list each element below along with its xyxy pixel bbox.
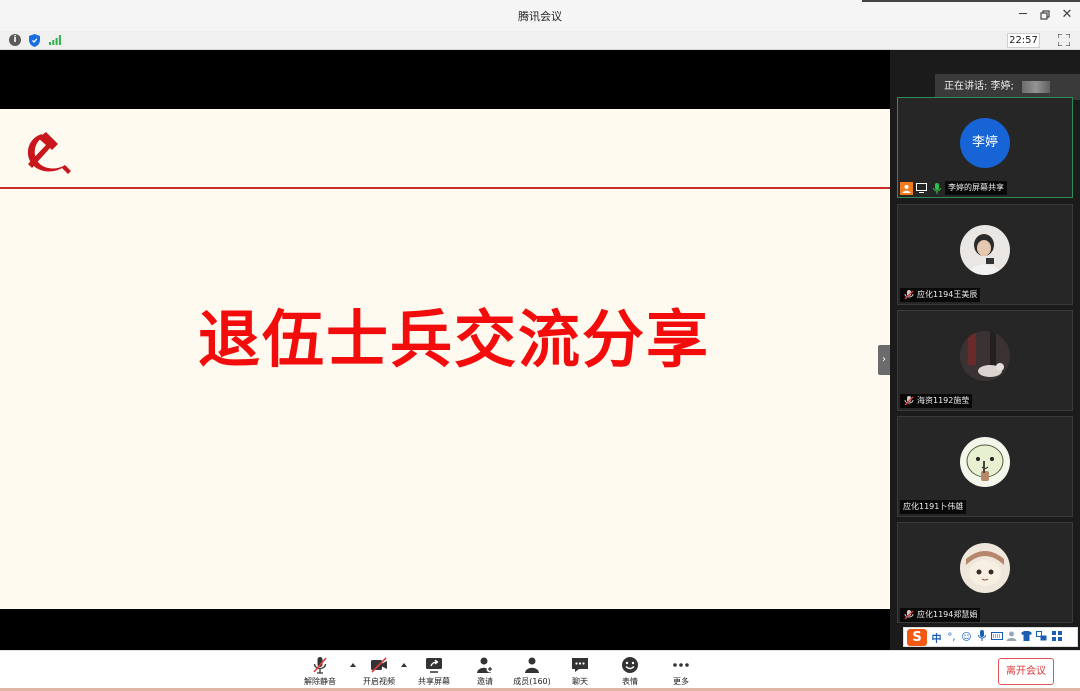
meeting-clock: 22:57 bbox=[1007, 33, 1040, 48]
start-video-label: 开启视频 bbox=[363, 677, 395, 686]
avatar-initials: 李婷 bbox=[960, 118, 1010, 168]
participant-label: 应化1194王美辰 bbox=[900, 288, 981, 302]
mic-muted-icon bbox=[904, 396, 914, 406]
fullscreen-icon[interactable] bbox=[1058, 34, 1070, 46]
smiley-icon bbox=[622, 657, 638, 673]
title-bar: 腾讯会议 ─ ✕ bbox=[0, 0, 1080, 31]
shared-screen-area: 退伍士兵交流分享 bbox=[0, 50, 890, 650]
share-screen-icon bbox=[426, 658, 442, 673]
chat-label: 聊天 bbox=[572, 677, 588, 686]
collapse-sidebar-button[interactable]: › bbox=[878, 345, 890, 375]
close-icon[interactable]: ✕ bbox=[1057, 6, 1077, 24]
mic-muted-icon bbox=[904, 610, 914, 620]
more-label: 更多 bbox=[673, 677, 689, 686]
minimize-icon[interactable]: ─ bbox=[1013, 6, 1033, 24]
grid-menu-icon[interactable] bbox=[1051, 630, 1062, 644]
participant-name: 海资1192施莹 bbox=[917, 396, 970, 405]
audio-options-caret[interactable] bbox=[350, 663, 356, 667]
keyboard-icon[interactable] bbox=[991, 631, 1003, 643]
avatar bbox=[960, 437, 1010, 487]
avatar: 李婷 bbox=[960, 118, 1010, 168]
sogou-logo-icon[interactable]: S bbox=[907, 628, 927, 646]
participant-label: 应化1191卜伟雄 bbox=[900, 500, 967, 514]
anime-avatar-icon bbox=[960, 543, 1010, 593]
avatar bbox=[960, 331, 1010, 381]
participant-label: 海资1192施莹 bbox=[900, 394, 973, 408]
leave-meeting-button[interactable]: 离开会议 bbox=[998, 658, 1054, 685]
participant-tile[interactable]: 李婷 李婷的屏幕共享 bbox=[897, 97, 1073, 198]
share-screen-button[interactable]: 共享屏幕 bbox=[414, 656, 454, 690]
reactions-button[interactable]: 表情 bbox=[615, 656, 645, 690]
slide-title: 退伍士兵交流分享 bbox=[198, 303, 711, 376]
cartoon-avatar-icon bbox=[960, 437, 1010, 487]
punctuation-icon[interactable]: °, bbox=[946, 632, 957, 643]
members-button[interactable]: 成员(160) bbox=[512, 656, 552, 690]
video-options-caret[interactable] bbox=[401, 663, 407, 667]
user-center-icon[interactable] bbox=[1006, 631, 1017, 644]
emoji-icon[interactable]: ☺ bbox=[961, 632, 972, 643]
slide-divider bbox=[0, 187, 890, 189]
unmute-button[interactable]: 解除静音 bbox=[300, 656, 340, 690]
skin-shirt-icon[interactable] bbox=[1021, 630, 1032, 644]
chat-icon bbox=[572, 658, 588, 672]
start-video-button[interactable]: 开启视频 bbox=[359, 656, 399, 690]
more-dots-icon bbox=[673, 663, 689, 667]
security-shield-icon[interactable] bbox=[29, 34, 40, 47]
hammer-sickle-emblem bbox=[27, 132, 71, 174]
tile-badges: 李婷的屏幕共享 bbox=[900, 181, 1007, 195]
participant-tile[interactable]: 应化1191卜伟雄 bbox=[897, 416, 1073, 517]
screen-share-icon bbox=[915, 182, 928, 195]
members-icon bbox=[525, 657, 539, 673]
host-icon bbox=[900, 181, 913, 195]
cat-photo-icon bbox=[960, 331, 1010, 381]
reactions-label: 表情 bbox=[622, 677, 638, 686]
meeting-toolbar: 解除静音 开启视频 共享屏幕 邀请 成员(160) 聊天 表情 更多 离开会议 bbox=[0, 650, 1080, 691]
presentation-slide: 退伍士兵交流分享 bbox=[0, 109, 890, 609]
ime-mode-toggle[interactable]: 中 bbox=[931, 630, 942, 645]
mic-muted-icon bbox=[313, 657, 327, 674]
window-title: 腾讯会议 bbox=[518, 10, 562, 23]
participant-label: 应化1194郑慧娟 bbox=[900, 608, 981, 622]
speaking-blur bbox=[1022, 81, 1050, 93]
invite-label: 邀请 bbox=[477, 677, 493, 686]
members-label: 成员(160) bbox=[513, 677, 551, 686]
title-accent-line bbox=[862, 0, 1080, 2]
invite-user-icon bbox=[477, 657, 494, 673]
person-photo-icon bbox=[960, 225, 1010, 275]
share-screen-label: 共享屏幕 bbox=[418, 677, 450, 686]
participant-name: 应化1194王美辰 bbox=[917, 290, 978, 299]
participant-tile[interactable]: 应化1194郑慧娟 bbox=[897, 522, 1073, 623]
participant-name: 应化1191卜伟雄 bbox=[903, 502, 964, 511]
meeting-window: 腾讯会议 ─ ✕ i 22:57 退伍士兵交流分享 › 正在讲话: 李婷; 李婷… bbox=[0, 0, 1080, 691]
meeting-info-icon[interactable]: i bbox=[9, 34, 21, 46]
participant-name: 李婷的屏幕共享 bbox=[945, 181, 1007, 195]
avatar bbox=[960, 225, 1010, 275]
voice-input-icon[interactable] bbox=[976, 630, 987, 644]
participant-name: 应化1194郑慧娟 bbox=[917, 610, 978, 619]
mic-muted-icon bbox=[904, 290, 914, 300]
invite-button[interactable]: 邀请 bbox=[470, 656, 500, 690]
ime-toolbar[interactable]: S 中 °, ☺ bbox=[903, 627, 1078, 647]
toolbox-icon[interactable] bbox=[1036, 630, 1047, 644]
network-signal-icon[interactable] bbox=[49, 35, 61, 45]
speaking-text: 正在讲话: 李婷; bbox=[944, 81, 1014, 92]
chat-button[interactable]: 聊天 bbox=[565, 656, 595, 690]
unmute-label: 解除静音 bbox=[304, 677, 336, 686]
mic-active-icon bbox=[930, 182, 943, 195]
participant-tile[interactable]: 应化1194王美辰 bbox=[897, 204, 1073, 305]
more-button[interactable]: 更多 bbox=[666, 656, 696, 690]
video-off-icon bbox=[371, 657, 387, 673]
participant-tile[interactable]: 海资1192施莹 bbox=[897, 310, 1073, 411]
avatar bbox=[960, 543, 1010, 593]
restore-icon[interactable] bbox=[1035, 6, 1055, 24]
info-bar: i 22:57 bbox=[0, 31, 1080, 50]
